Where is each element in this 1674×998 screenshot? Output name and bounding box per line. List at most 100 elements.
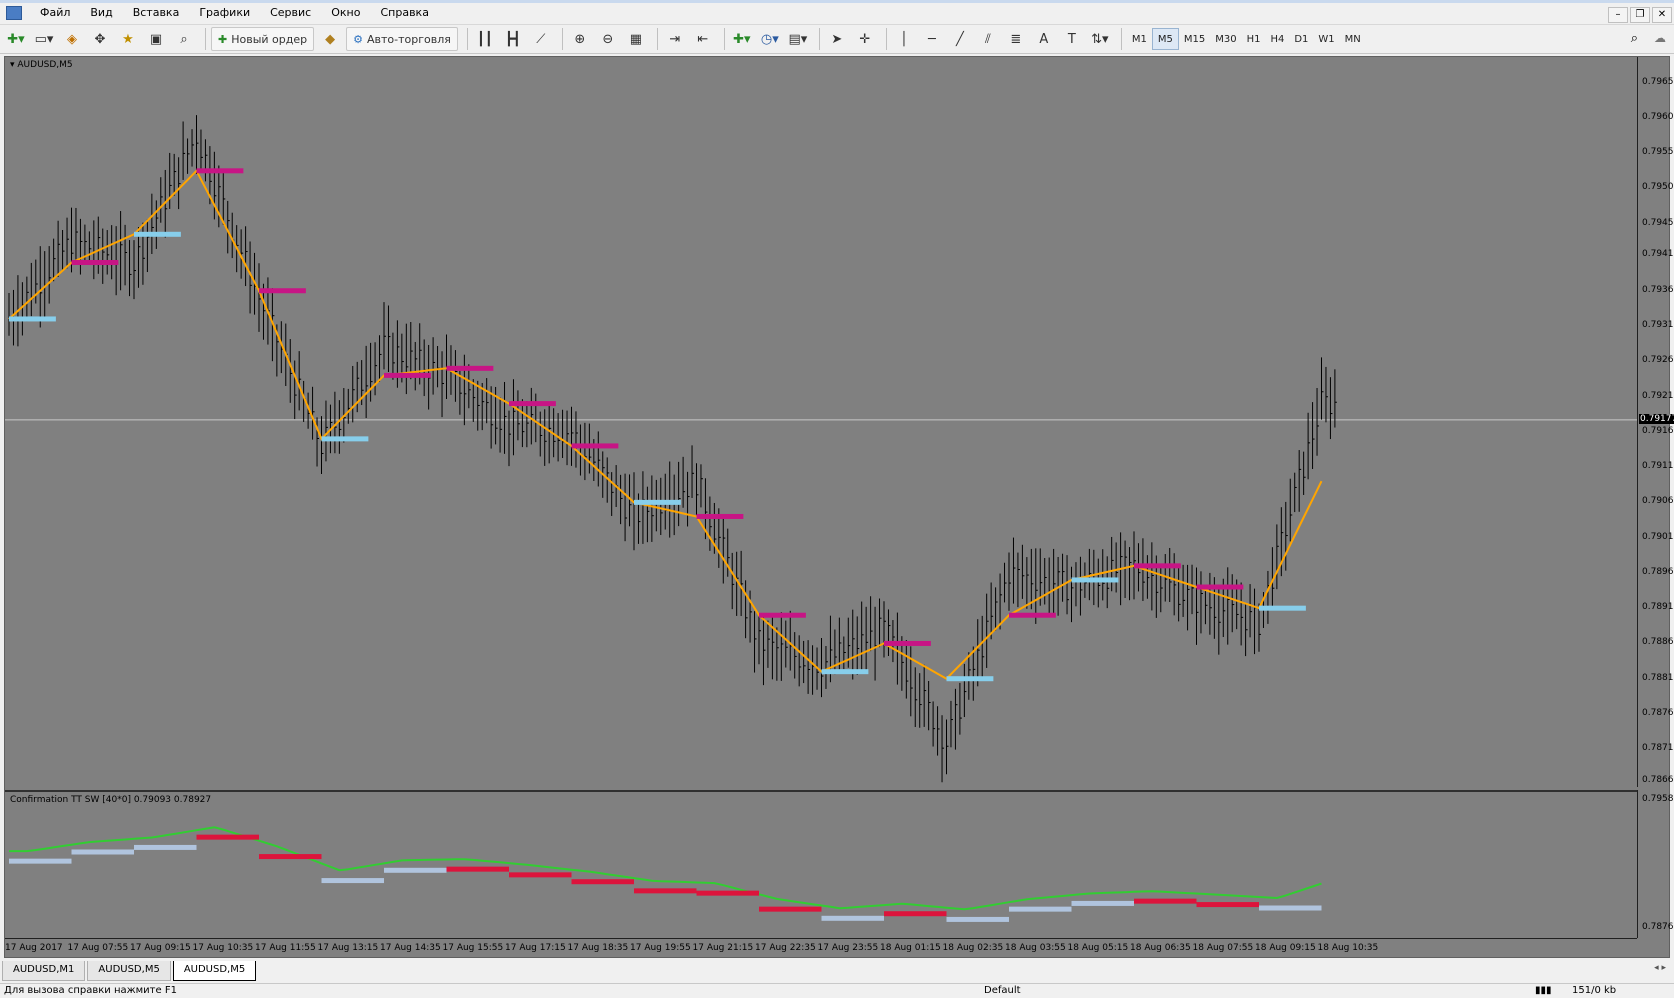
- indicator-up-segment: [71, 849, 134, 855]
- chart-shift-icon[interactable]: ⇤: [691, 27, 715, 51]
- autotrading-button[interactable]: ⚙ Авто-торговля: [346, 27, 458, 51]
- indicator-down-segment: [446, 866, 509, 872]
- timeframe-d1[interactable]: D1: [1289, 28, 1313, 50]
- menu-view[interactable]: Вид: [80, 3, 122, 23]
- support-level: [1259, 605, 1306, 611]
- zoom-out-icon[interactable]: ⊖: [596, 27, 620, 51]
- toolbar-divider: [818, 28, 820, 50]
- price-pane[interactable]: ▾ AUDUSD,M5: [5, 57, 1637, 787]
- toolbar-divider: [561, 28, 563, 50]
- time-tick-label: 18 Aug 02:35: [942, 943, 1004, 953]
- menu-help[interactable]: Справка: [370, 3, 438, 23]
- timeframe-m1[interactable]: M1: [1127, 28, 1152, 50]
- app-icon[interactable]: [6, 6, 22, 20]
- resistance-level: [509, 401, 556, 407]
- tab-scroll-arrows[interactable]: ◂ ▸: [1654, 963, 1666, 973]
- horizontal-line-icon[interactable]: ─: [920, 27, 944, 51]
- time-tick-label: 17 Aug 19:55: [630, 943, 691, 953]
- price-tick-label: 0.78710: [1642, 743, 1674, 754]
- community-icon[interactable]: ☁: [1654, 31, 1666, 45]
- autoscroll-icon[interactable]: ⇥: [663, 27, 687, 51]
- price-tick-label: 0.79160: [1642, 425, 1674, 436]
- candle-chart-icon[interactable]: ┣┫: [501, 27, 525, 51]
- templates-icon[interactable]: ▤▾: [786, 27, 810, 51]
- new-chart-icon[interactable]: ✚▾: [4, 27, 28, 51]
- price-tick-label: 0.79210: [1642, 390, 1674, 401]
- navigator-icon[interactable]: ★: [116, 27, 140, 51]
- close-icon[interactable]: ✕: [1652, 7, 1672, 23]
- price-tick-label: 0.78860: [1642, 637, 1674, 648]
- tab-audusd-m5-active[interactable]: AUDUSD,M5: [172, 961, 257, 981]
- autotrading-label: Авто-торговля: [366, 32, 451, 46]
- new-order-button[interactable]: ✚ Новый ордер: [211, 27, 315, 51]
- indicator-up-segment: [134, 844, 197, 850]
- equidistant-channel-icon[interactable]: ⫽: [976, 27, 1000, 51]
- menu-window[interactable]: Окно: [321, 3, 370, 23]
- menu-file[interactable]: Файл: [30, 3, 80, 23]
- chart-window[interactable]: ▾ AUDUSD,M5 0.79655 0.79605 0.79555 0.79505…: [4, 56, 1674, 958]
- indicator-down-segment: [571, 879, 634, 885]
- tab-audusd-m5[interactable]: AUDUSD,M5: [87, 961, 171, 981]
- indicator-axis[interactable]: 0.79582 0.78761: [1637, 790, 1674, 938]
- time-tick-label: 17 Aug 11:55: [255, 943, 316, 953]
- timeframe-h1[interactable]: H1: [1242, 28, 1266, 50]
- fibonacci-icon[interactable]: ≣: [1004, 27, 1028, 51]
- status-bar: Для вызова справки нажмите F1 Default ▮▮…: [0, 983, 1674, 998]
- metaeditor-icon[interactable]: ◆: [318, 27, 342, 51]
- time-tick-label: 17 Aug 10:35: [192, 943, 254, 953]
- autotrading-icon: ⚙: [353, 32, 363, 46]
- toolbar-divider: [466, 28, 468, 50]
- tile-windows-icon[interactable]: ▦: [624, 27, 648, 51]
- timeframe-m15[interactable]: M15: [1179, 28, 1210, 50]
- tester-icon[interactable]: ⌕: [172, 27, 196, 51]
- text-icon[interactable]: A: [1032, 27, 1056, 51]
- cursor-icon[interactable]: ➤: [825, 27, 849, 51]
- restore-icon[interactable]: ❐: [1630, 7, 1650, 23]
- timeframe-m30[interactable]: M30: [1210, 28, 1241, 50]
- terminal-icon[interactable]: ▣: [144, 27, 168, 51]
- price-chart[interactable]: [5, 57, 1637, 787]
- symbol-label-text: AUDUSD,M5: [17, 60, 73, 70]
- indicator-axis-bottom: 0.78761: [1642, 922, 1674, 932]
- price-axis[interactable]: 0.79655 0.79605 0.79555 0.79505 0.79455 0.794…: [1637, 57, 1674, 787]
- price-tick-label: 0.79310: [1642, 320, 1674, 330]
- menu-insert[interactable]: Вставка: [123, 3, 190, 23]
- indicator-chart[interactable]: [5, 792, 1637, 938]
- price-tick-label: 0.79360: [1642, 284, 1674, 295]
- indicator-up-segment: [384, 867, 447, 873]
- time-tick-label: 17 Aug 09:15: [130, 943, 191, 953]
- indicators-icon[interactable]: ✚▾: [730, 27, 754, 51]
- search-icon[interactable]: ⌕: [1631, 31, 1638, 46]
- time-axis[interactable]: 17 Aug 2017 17 Aug 07:55 17 Aug 09:15 17 Au…: [5, 938, 1637, 958]
- new-order-label: Новый ордер: [231, 32, 308, 46]
- timeframe-m5[interactable]: M5: [1151, 28, 1179, 50]
- time-tick-label: 17 Aug 15:55: [442, 943, 504, 953]
- bar-chart-icon[interactable]: ┃┃: [473, 27, 497, 51]
- timeframe-w1[interactable]: W1: [1313, 28, 1339, 50]
- minimize-icon[interactable]: –: [1608, 7, 1628, 23]
- vertical-line-icon[interactable]: │: [892, 27, 916, 51]
- support-level: [134, 231, 181, 237]
- resistance-level: [196, 168, 244, 174]
- arrows-icon[interactable]: ⇅▾: [1088, 27, 1112, 51]
- data-window-icon[interactable]: ✥: [88, 27, 112, 51]
- time-tick-label: 17 Aug 18:35: [567, 943, 629, 953]
- crosshair-icon[interactable]: ✛: [853, 27, 877, 51]
- symbol-label: ▾ AUDUSD,M5: [10, 60, 73, 70]
- timeframe-mn[interactable]: MN: [1340, 28, 1366, 50]
- menu-tools[interactable]: Сервис: [260, 3, 321, 23]
- resistance-level: [696, 513, 744, 519]
- periods-icon[interactable]: ◷▾: [758, 27, 782, 51]
- text-label-icon[interactable]: T: [1060, 27, 1084, 51]
- profiles-icon[interactable]: ▭▾: [32, 27, 56, 51]
- tab-audusd-m1[interactable]: AUDUSD,M1: [2, 961, 86, 981]
- indicator-pane[interactable]: Confirmation TT SW [40*0] 0.79093 0.7892…: [5, 790, 1637, 938]
- time-tick-label: 18 Aug 06:35: [1130, 943, 1191, 953]
- menu-charts[interactable]: Графики: [189, 3, 260, 23]
- line-chart-icon[interactable]: ⟋: [529, 27, 553, 51]
- timeframe-h4[interactable]: H4: [1265, 28, 1289, 50]
- zoom-in-icon[interactable]: ⊕: [568, 27, 592, 51]
- time-tick-label: 17 Aug 23:55: [817, 943, 879, 953]
- market-watch-icon[interactable]: ◈: [60, 27, 84, 51]
- trendline-icon[interactable]: ╱: [948, 27, 972, 51]
